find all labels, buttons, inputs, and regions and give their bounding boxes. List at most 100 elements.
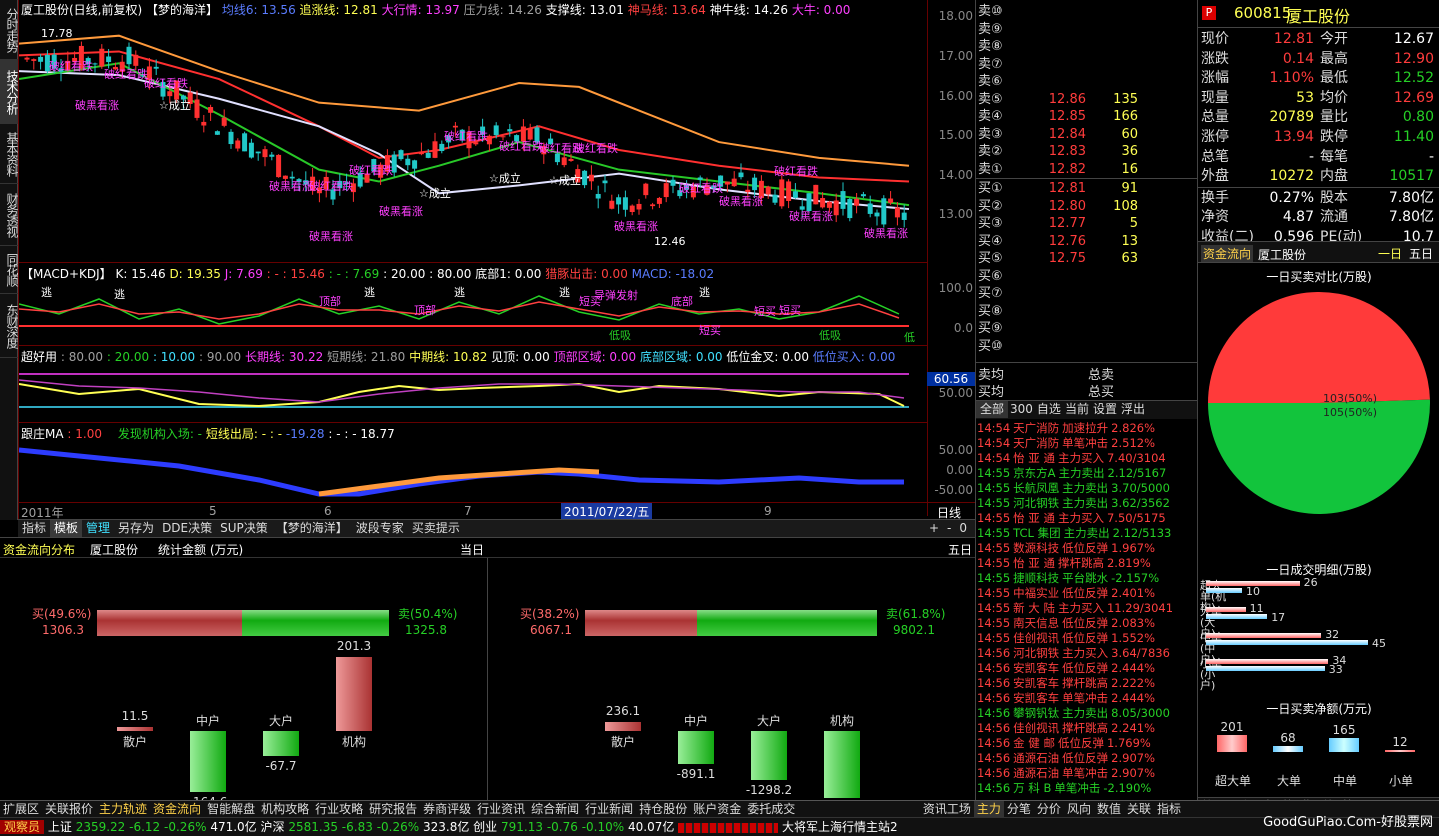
bottom-right-tab[interactable]: 数值: [1094, 801, 1124, 817]
radar-item[interactable]: 14:56 佳创视讯 撑杆跳高 2.241%: [976, 721, 1197, 736]
bottom-tab[interactable]: 主力轨迹: [96, 801, 150, 817]
radar-item[interactable]: 14:56 安凯客车 低位反弹 2.444%: [976, 661, 1197, 676]
ask-row[interactable]: 卖⑥: [976, 73, 1198, 91]
bottom-tab[interactable]: 委托成交: [744, 801, 798, 817]
radar-item[interactable]: 14:55 南天信息 低位反弹 2.083%: [976, 616, 1197, 631]
ask-row[interactable]: 卖⑤ 12.86 135: [976, 91, 1198, 109]
tab-intraday[interactable]: 分时走势: [0, 0, 19, 60]
bid-row[interactable]: 买⑤ 12.75 63: [976, 250, 1198, 268]
bottom-tab[interactable]: 资金流向: [150, 801, 204, 817]
ma-title[interactable]: 跟庄MA: [21, 427, 64, 441]
bid-row[interactable]: 买⑧: [976, 303, 1198, 321]
bid-row[interactable]: 买⑥: [976, 268, 1198, 286]
bottom-right-tab[interactable]: 分价: [1034, 801, 1064, 817]
bottom-tab[interactable]: 账户资金: [690, 801, 744, 817]
bid-row[interactable]: 买② 12.80 108: [976, 198, 1198, 216]
bid-row[interactable]: 买⑩: [976, 338, 1198, 356]
tab-financials[interactable]: 财务透视: [0, 184, 19, 246]
bottom-right-tab[interactable]: 资讯工场: [920, 801, 974, 817]
tab-dde[interactable]: DDE决策: [158, 520, 216, 537]
ask-row[interactable]: 卖⑨: [976, 21, 1198, 39]
tab-template[interactable]: 模板: [50, 520, 83, 537]
radar-item[interactable]: 14:55 TCL 集团 主力卖出 2.12/5133: [976, 526, 1197, 541]
bottom-tab[interactable]: 持仓股份: [636, 801, 690, 817]
tab-manage[interactable]: 管理: [82, 520, 114, 537]
radar-item[interactable]: 14:56 通源石油 低位反弹 2.907%: [976, 751, 1197, 766]
bid-row[interactable]: 买③ 12.77 5: [976, 215, 1198, 233]
ask-row[interactable]: 卖⑦: [976, 56, 1198, 74]
fund-title[interactable]: 资金流向分布: [3, 541, 75, 558]
bottom-tab[interactable]: 综合新闻: [528, 801, 582, 817]
tab-technical[interactable]: 技术分析: [0, 60, 19, 124]
radar-item[interactable]: 14:55 中福实业 低位反弹 2.401%: [976, 586, 1197, 601]
reset-button[interactable]: 0: [955, 520, 971, 537]
zoom-in-button[interactable]: +: [925, 520, 943, 537]
radar-item[interactable]: 14:56 万 科 B 单笔冲击 -2.190%: [976, 781, 1197, 796]
tab-indicator[interactable]: 指标: [18, 520, 50, 537]
flow-day-button[interactable]: 一日: [1378, 245, 1402, 262]
radar-item[interactable]: 14:56 河北钢铁 主力买入 3.64/7836: [976, 646, 1197, 661]
bid-row[interactable]: 买⑨: [976, 320, 1198, 338]
radar-item[interactable]: 14:56 安凯客车 单笔冲击 2.444%: [976, 691, 1197, 706]
bottom-tab[interactable]: 扩展区: [0, 801, 42, 817]
filter-300[interactable]: 300: [1008, 401, 1035, 418]
bottom-tab[interactable]: 研究报告: [366, 801, 420, 817]
radar-item[interactable]: 14:56 攀钢钒钛 主力卖出 8.05/3000: [976, 706, 1197, 721]
tab-tips[interactable]: 买卖提示: [408, 520, 464, 537]
radar-item[interactable]: 14:54 天广消防 加速拉升 2.826%: [976, 421, 1197, 436]
kline-chart-area[interactable]: 厦工股份(日线,前复权) 【梦的海洋】 均线6: 13.56 追涨线: 12.8…: [18, 0, 976, 520]
bottom-right-tab[interactable]: 关联: [1124, 801, 1154, 817]
radar-item[interactable]: 14:55 怡 亚 通撑杆跳高 2.819%: [976, 556, 1197, 571]
ask-row[interactable]: 卖⑧: [976, 38, 1198, 56]
ask-row[interactable]: 卖③ 12.84 60: [976, 126, 1198, 144]
filter-watchlist[interactable]: 自选: [1035, 401, 1063, 418]
flow-title[interactable]: 资金流向: [1201, 245, 1254, 262]
filter-settings[interactable]: 设置: [1091, 401, 1119, 418]
ask-row[interactable]: 卖⑩: [976, 3, 1198, 21]
tab-fundamentals[interactable]: 基本资料: [0, 124, 19, 184]
tab-wave[interactable]: 波段专家: [352, 520, 408, 537]
radar-item[interactable]: 14:54 天广消防 单笔冲击 2.512%: [976, 436, 1197, 451]
radar-item[interactable]: 14:55 河北钢铁 主力卖出 3.62/3562: [976, 496, 1197, 511]
flow-5day-button[interactable]: 五日: [1409, 245, 1433, 262]
radar-item[interactable]: 14:56 金 健 邮低位反弹 1.769%: [976, 736, 1197, 751]
filter-float[interactable]: 浮出: [1119, 401, 1147, 418]
bottom-right-tab[interactable]: 风向: [1064, 801, 1094, 817]
zoom-out-button[interactable]: -: [943, 520, 955, 537]
radar-item[interactable]: 14:55 京东方A 主力卖出 2.12/5167: [976, 466, 1197, 481]
radar-item[interactable]: 14:56 通源石油 单笔冲击 2.907%: [976, 766, 1197, 781]
tab-ths[interactable]: 同花顺: [0, 246, 19, 294]
bid-row[interactable]: 买⑦: [976, 285, 1198, 303]
tab-dream[interactable]: 【梦的海洋】: [272, 520, 352, 537]
bid-row[interactable]: 买① 12.81 91: [976, 180, 1198, 198]
radar-item[interactable]: 14:55 佳创视讯 低位反弹 1.552%: [976, 631, 1197, 646]
radar-item[interactable]: 14:55 长航凤凰 主力卖出 3.70/5000: [976, 481, 1197, 496]
bid-row[interactable]: 买④ 12.76 13: [976, 233, 1198, 251]
tab-eastmoney[interactable]: 东财深度: [0, 294, 19, 358]
kdj-title[interactable]: 超好用: [21, 350, 57, 364]
ask-row[interactable]: 卖① 12.82 16: [976, 161, 1198, 179]
bottom-tab[interactable]: 关联报价: [42, 801, 96, 817]
tab-save-as[interactable]: 另存为: [114, 520, 158, 537]
filter-all[interactable]: 全部: [976, 401, 1009, 418]
bottom-tab[interactable]: 行业资讯: [474, 801, 528, 817]
bottom-right-tab[interactable]: 分笔: [1004, 801, 1034, 817]
radar-item[interactable]: 14:55 捷顺科技 平台跳水 -2.157%: [976, 571, 1197, 586]
radar-item[interactable]: 14:54 怡 亚 通主力买入 7.40/3104: [976, 451, 1197, 466]
ask-row[interactable]: 卖④ 12.85 166: [976, 108, 1198, 126]
bottom-right-tab[interactable]: 指标: [1154, 801, 1184, 817]
radar-item[interactable]: 14:56 安凯客车 撑杆跳高 2.222%: [976, 676, 1197, 691]
ask-row[interactable]: 卖② 12.83 36: [976, 143, 1198, 161]
bottom-tab[interactable]: 智能解盘: [204, 801, 258, 817]
user-badge[interactable]: 观察员: [0, 820, 45, 834]
bottom-tab[interactable]: 机构攻略: [258, 801, 312, 817]
bottom-right-tab[interactable]: 主力: [973, 801, 1004, 817]
bottom-tab[interactable]: 行业新闻: [582, 801, 636, 817]
bottom-tab[interactable]: 行业攻略: [312, 801, 366, 817]
radar-item[interactable]: 14:55 新 大 陆主力买入 11.29/3041: [976, 601, 1197, 616]
macd-title[interactable]: 【MACD+KDJ】: [21, 267, 112, 281]
filter-current[interactable]: 当前: [1063, 401, 1091, 418]
bottom-tab[interactable]: 券商评级: [420, 801, 474, 817]
radar-item[interactable]: 14:55 数源科技 低位反弹 1.967%: [976, 541, 1197, 556]
tab-sup[interactable]: SUP决策: [216, 520, 272, 537]
